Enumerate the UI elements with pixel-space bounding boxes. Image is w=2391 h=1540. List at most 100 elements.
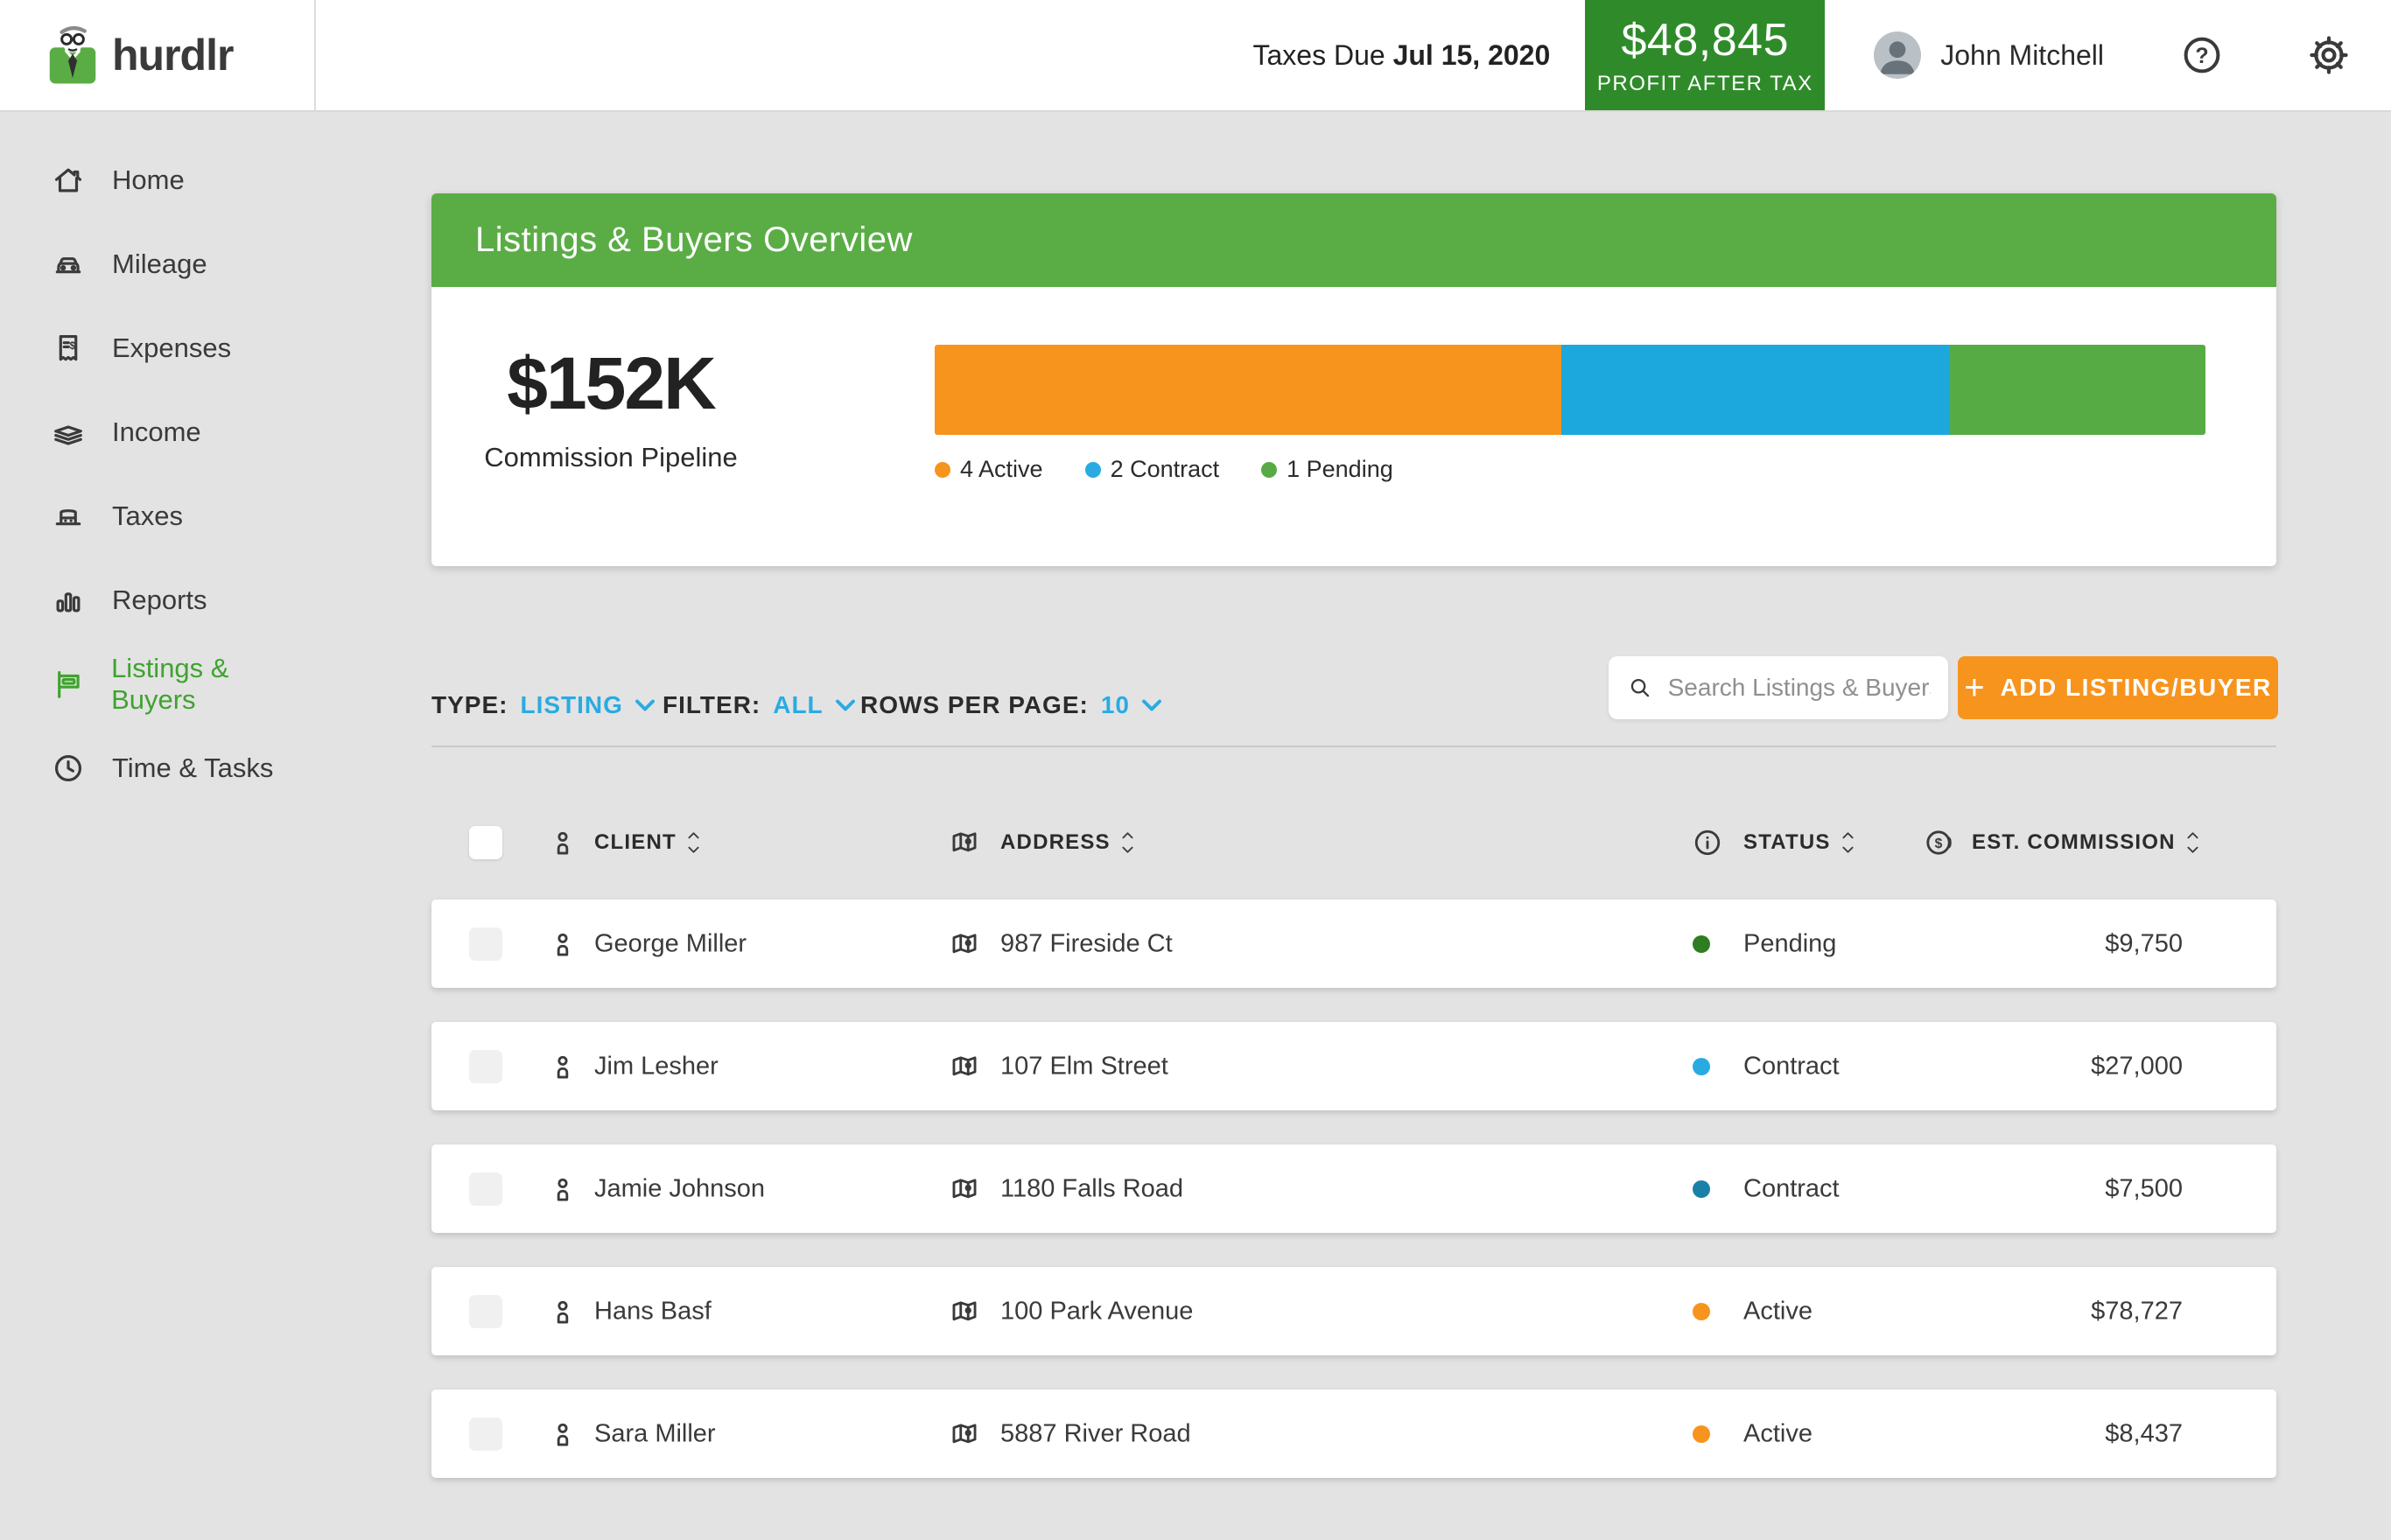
sidebar-item-mileage[interactable]: Mileage <box>0 222 316 306</box>
row-checkbox-4[interactable] <box>469 1418 502 1451</box>
overview-card-header: Listings & Buyers Overview <box>431 193 2276 287</box>
legend-dot-icon <box>935 462 950 478</box>
legend-label: 1 Pending <box>1287 456 1393 483</box>
address-pin-icon <box>950 1419 979 1449</box>
status-text: Contract <box>1743 1174 1840 1203</box>
help-button[interactable]: ? <box>2181 34 2223 76</box>
commission-column-icon: $ <box>1924 828 1953 858</box>
plus-icon: + <box>1964 670 1984 705</box>
sale-sign-icon <box>51 667 85 702</box>
row-checkbox-1[interactable] <box>469 1050 502 1083</box>
overview-card: Listings & Buyers Overview $152K Commiss… <box>431 193 2276 566</box>
sidebar-label-taxes: Taxes <box>112 500 183 532</box>
filter-label: FILTER: <box>663 691 761 719</box>
sort-status-icon[interactable] <box>1841 830 1855 855</box>
sidebar-item-taxes[interactable]: Taxes <box>0 474 316 558</box>
commission-value: $9,750 <box>2105 929 2183 958</box>
sidebar-item-home[interactable]: Home <box>0 138 316 222</box>
cash-icon <box>51 415 86 450</box>
sort-client-icon[interactable] <box>687 830 700 855</box>
profit-after-tax-badge[interactable]: $48,845 PROFIT AFTER TAX <box>1585 0 1825 110</box>
legend-item-0: 4 Active <box>935 456 1043 483</box>
taxes-due: Taxes Due Jul 15, 2020 <box>1252 39 1550 72</box>
sort-address-icon[interactable] <box>1121 830 1134 855</box>
table-row-3[interactable]: Hans Basf 100 Park Avenue Active $78,727 <box>431 1267 2276 1355</box>
filter-value: ALL <box>773 691 823 719</box>
settings-button[interactable] <box>2307 33 2351 77</box>
address-pin-icon <box>950 1052 979 1082</box>
pipeline-segment-2 <box>1949 345 2205 435</box>
client-name: Jamie Johnson <box>594 1174 765 1203</box>
select-all-checkbox[interactable] <box>469 826 502 859</box>
main-content: Listings & Buyers Overview $152K Commiss… <box>316 110 2391 1540</box>
table-row-4[interactable]: Sara Miller 5887 River Road Active $8,43… <box>431 1390 2276 1478</box>
commission-value: $7,500 <box>2105 1174 2183 1203</box>
legend-dot-icon <box>1085 462 1101 478</box>
status-text: Contract <box>1743 1052 1840 1081</box>
sidebar-item-reports[interactable]: Reports <box>0 558 316 642</box>
sort-commission-icon[interactable] <box>2186 830 2199 855</box>
person-icon <box>548 1174 578 1204</box>
sidebar-label-home: Home <box>112 164 185 196</box>
legend-label: 4 Active <box>960 456 1043 483</box>
rows-per-page-value: 10 <box>1101 691 1130 719</box>
rows-per-page-dropdown[interactable]: ROWS PER PAGE: 10 <box>860 681 1163 730</box>
receipt-icon: $ <box>51 331 86 366</box>
user-avatar[interactable] <box>1874 32 1921 79</box>
user-name[interactable]: John Mitchell <box>1940 39 2104 72</box>
chevron-down-icon <box>834 697 857 713</box>
row-checkbox-0[interactable] <box>469 928 502 961</box>
sidebar-label-time-tasks: Time & Tasks <box>112 752 273 784</box>
person-icon <box>548 929 578 959</box>
pipeline-stat: $152K Commission Pipeline <box>484 341 738 473</box>
top-hat-icon <box>51 499 86 534</box>
brand-wordmark: hurdlr <box>112 30 233 80</box>
app-logo[interactable]: hurdlr <box>0 0 316 110</box>
status-column-header: STATUS <box>1743 830 1831 855</box>
commission-value: $78,727 <box>2091 1297 2183 1326</box>
chevron-down-icon <box>634 697 656 713</box>
address-pin-icon <box>950 1174 979 1204</box>
status-dot <box>1693 935 1710 953</box>
taxes-due-date: Jul 15, 2020 <box>1393 39 1551 71</box>
filter-dropdown[interactable]: FILTER: ALL <box>663 681 857 730</box>
sidebar-item-expenses[interactable]: $ Expenses <box>0 306 316 390</box>
status-text: Active <box>1743 1297 1813 1326</box>
overview-title: Listings & Buyers Overview <box>431 220 913 260</box>
add-listing-buyer-button[interactable]: + ADD LISTING/BUYER <box>1958 656 2278 719</box>
table-body: George Miller 987 Fireside Ct Pending $9… <box>431 900 2276 1512</box>
address-text: 1180 Falls Road <box>1000 1174 1183 1203</box>
sidebar-item-listings-buyers[interactable]: Listings & Buyers <box>0 642 316 726</box>
profit-amount: $48,845 <box>1622 14 1789 66</box>
row-checkbox-2[interactable] <box>469 1172 502 1206</box>
add-listing-buyer-label: ADD LISTING/BUYER <box>2001 674 2272 702</box>
address-text: 987 Fireside Ct <box>1000 929 1173 958</box>
sidebar-item-time-tasks[interactable]: Time & Tasks <box>0 726 316 810</box>
svg-text:$: $ <box>1935 836 1943 851</box>
divider <box>431 746 2276 747</box>
status-dot <box>1693 1058 1710 1075</box>
search-input[interactable] <box>1666 673 1932 703</box>
table-row-1[interactable]: Jim Lesher 107 Elm Street Contract $27,0… <box>431 1022 2276 1110</box>
type-dropdown[interactable]: TYPE: LISTING <box>431 681 656 730</box>
sidebar-label-expenses: Expenses <box>112 332 231 364</box>
commission-column-header: EST. COMMISSION <box>1972 830 2176 855</box>
gear-icon <box>2307 33 2351 77</box>
status-dot <box>1693 1303 1710 1320</box>
search-icon <box>1628 674 1652 702</box>
table-row-2[interactable]: Jamie Johnson 1180 Falls Road Contract $… <box>431 1144 2276 1233</box>
status-text: Active <box>1743 1419 1813 1448</box>
svg-text:$: $ <box>69 340 75 352</box>
row-checkbox-3[interactable] <box>469 1295 502 1328</box>
address-column-icon <box>950 828 979 858</box>
address-column-header: ADDRESS <box>1000 830 1111 855</box>
status-text: Pending <box>1743 929 1836 958</box>
table-row-0[interactable]: George Miller 987 Fireside Ct Pending $9… <box>431 900 2276 988</box>
home-icon <box>51 163 86 198</box>
search-box <box>1609 656 1948 719</box>
sidebar-item-income[interactable]: Income <box>0 390 316 474</box>
person-icon <box>548 1297 578 1326</box>
sidebar-label-mileage: Mileage <box>112 248 207 280</box>
commission-value: $8,437 <box>2105 1419 2183 1448</box>
table-header: CLIENT ADDRESS STATUS $ EST. COMM <box>431 821 2276 864</box>
